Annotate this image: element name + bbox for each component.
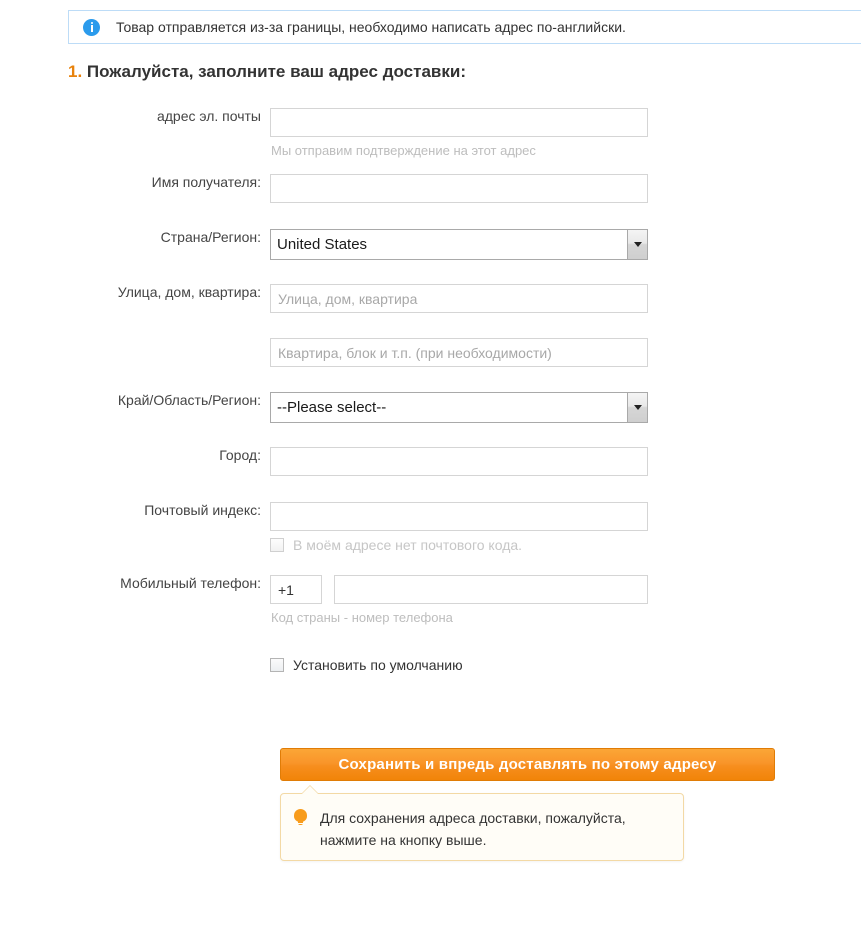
set-default-checkbox[interactable] <box>270 658 284 672</box>
phone-label: Мобильный телефон: <box>120 575 261 591</box>
no-zip-checkbox[interactable] <box>270 538 284 552</box>
country-select[interactable]: United States <box>270 229 648 260</box>
email-label: адрес эл. почты <box>156 108 261 124</box>
city-input[interactable] <box>270 447 648 476</box>
zip-label: Почтовый индекс: <box>144 502 261 518</box>
state-label: Край/Область/Регион: <box>117 392 261 408</box>
recipient-label: Имя получателя: <box>151 174 261 190</box>
state-selected-value: --Please select-- <box>277 399 387 416</box>
default-address-row[interactable]: Установить по умолчанию <box>270 651 861 673</box>
zip-input[interactable] <box>270 502 648 531</box>
tooltip-line-1: Для сохранения адреса доставки, пожалуйс… <box>320 810 626 826</box>
country-selected-value: United States <box>277 236 368 253</box>
email-hint: Мы отправим подтверждение на этот адрес <box>271 143 536 158</box>
page-title-text: Пожалуйста, заполните ваш адрес доставки… <box>86 62 466 81</box>
chevron-down-icon[interactable] <box>627 393 647 422</box>
field-row-street2 <box>0 338 861 367</box>
tooltip-line-2: нажмите на кнопку выше. <box>320 832 487 848</box>
no-zip-label: В моём адресе нет почтового кода. <box>293 537 523 553</box>
no-zip-row[interactable]: В моём адресе нет почтового кода. <box>270 531 861 553</box>
phone-hint: Код страны - номер телефона <box>271 610 453 625</box>
lightbulb-icon <box>294 809 307 828</box>
cross-border-info-banner: Товар отправляется из-за границы, необхо… <box>68 10 861 44</box>
field-row-recipient: Имя получателя: <box>0 174 861 203</box>
field-row-zip: Почтовый индекс: В моём адресе нет почто… <box>0 502 861 553</box>
city-label: Город: <box>219 447 261 463</box>
field-row-city: Город: <box>0 447 861 476</box>
field-row-country: Страна/Регион: United States <box>0 229 861 260</box>
save-hint-tooltip: Для сохранения адреса доставки, пожалуйс… <box>280 785 684 861</box>
email-input[interactable] <box>270 108 648 137</box>
shipping-address-form: адрес эл. почты Мы отправим подтверждени… <box>0 108 861 673</box>
field-row-street: Улица, дом, квартира: <box>0 284 861 313</box>
phone-country-code-input[interactable] <box>270 575 322 604</box>
page-title: 1. Пожалуйста, заполните ваш адрес доста… <box>68 62 466 82</box>
info-banner-text: Товар отправляется из-за границы, необхо… <box>116 19 626 35</box>
info-circle-icon <box>83 18 100 36</box>
country-label: Страна/Регион: <box>160 229 261 245</box>
street-label: Улица, дом, квартира: <box>117 284 261 300</box>
field-row-default-address: Установить по умолчанию <box>0 651 861 673</box>
apartment-input[interactable] <box>270 338 648 367</box>
step-number: 1. <box>68 62 83 81</box>
recipient-name-input[interactable] <box>270 174 648 203</box>
field-row-phone: Мобильный телефон: Код страны - номер те… <box>0 575 861 625</box>
field-row-email: адрес эл. почты Мы отправим подтверждени… <box>0 108 861 158</box>
street-address-input[interactable] <box>270 284 648 313</box>
chevron-down-icon[interactable] <box>627 230 647 259</box>
save-address-button[interactable]: Сохранить и впредь доставлять по этому а… <box>280 748 775 781</box>
set-default-label: Установить по умолчанию <box>293 657 463 673</box>
phone-number-input[interactable] <box>334 575 648 604</box>
field-row-state: Край/Область/Регион: --Please select-- <box>0 392 861 423</box>
state-select[interactable]: --Please select-- <box>270 392 648 423</box>
